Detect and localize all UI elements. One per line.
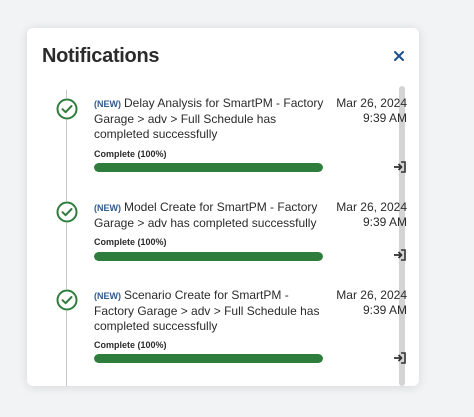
- open-link-icon[interactable]: [393, 351, 407, 365]
- new-badge: (NEW): [94, 203, 121, 213]
- notification-date: Mar 26, 2024: [336, 200, 407, 214]
- progress-fill: [94, 354, 323, 363]
- progress-bar: [94, 252, 323, 261]
- message-text: Delay Analysis for SmartPM - Factory Gar…: [94, 96, 324, 141]
- close-icon[interactable]: [391, 48, 407, 64]
- status-label: Complete (100%): [94, 149, 167, 159]
- notification-date: Mar 26, 2024: [336, 288, 407, 302]
- notification-time: 9:39 AM: [362, 215, 407, 229]
- progress-fill: [94, 252, 323, 261]
- new-badge: (NEW): [94, 291, 121, 301]
- scrollbar[interactable]: [399, 86, 405, 386]
- status-label: Complete (100%): [94, 237, 167, 247]
- notification-time: 9:39 AM: [362, 303, 407, 317]
- new-badge: (NEW): [94, 99, 121, 109]
- status-label: Complete (100%): [94, 340, 167, 350]
- timeline-line: [66, 90, 67, 386]
- notification-message: (NEW) Scenario Create for SmartPM - Facto…: [94, 288, 329, 334]
- progress-fill: [94, 163, 323, 172]
- notifications-panel: Notifications (NEW) Delay Analysis for Sm…: [27, 28, 419, 386]
- progress-bar: [94, 354, 323, 363]
- notification-timestamp: Mar 26, 2024 9:39 AM: [317, 288, 407, 318]
- message-text: Model Create for SmartPM - Factory Garag…: [94, 200, 318, 230]
- open-link-icon[interactable]: [393, 160, 407, 174]
- check-circle-icon: [56, 98, 78, 120]
- open-link-icon[interactable]: [393, 248, 407, 262]
- notification-date: Mar 26, 2024: [336, 96, 407, 110]
- notification-timestamp: Mar 26, 2024 9:39 AM: [317, 200, 407, 230]
- notification-timestamp: Mar 26, 2024 9:39 AM: [317, 96, 407, 126]
- check-circle-icon: [56, 289, 78, 311]
- message-text: Scenario Create for SmartPM - Factory Ga…: [94, 288, 320, 333]
- panel-title: Notifications: [42, 45, 160, 67]
- notification-time: 9:39 AM: [362, 111, 407, 125]
- progress-bar: [94, 163, 323, 172]
- check-circle-icon: [56, 201, 78, 223]
- notification-message: (NEW) Model Create for SmartPM - Factory …: [94, 200, 329, 231]
- notification-message: (NEW) Delay Analysis for SmartPM - Factor…: [94, 96, 329, 142]
